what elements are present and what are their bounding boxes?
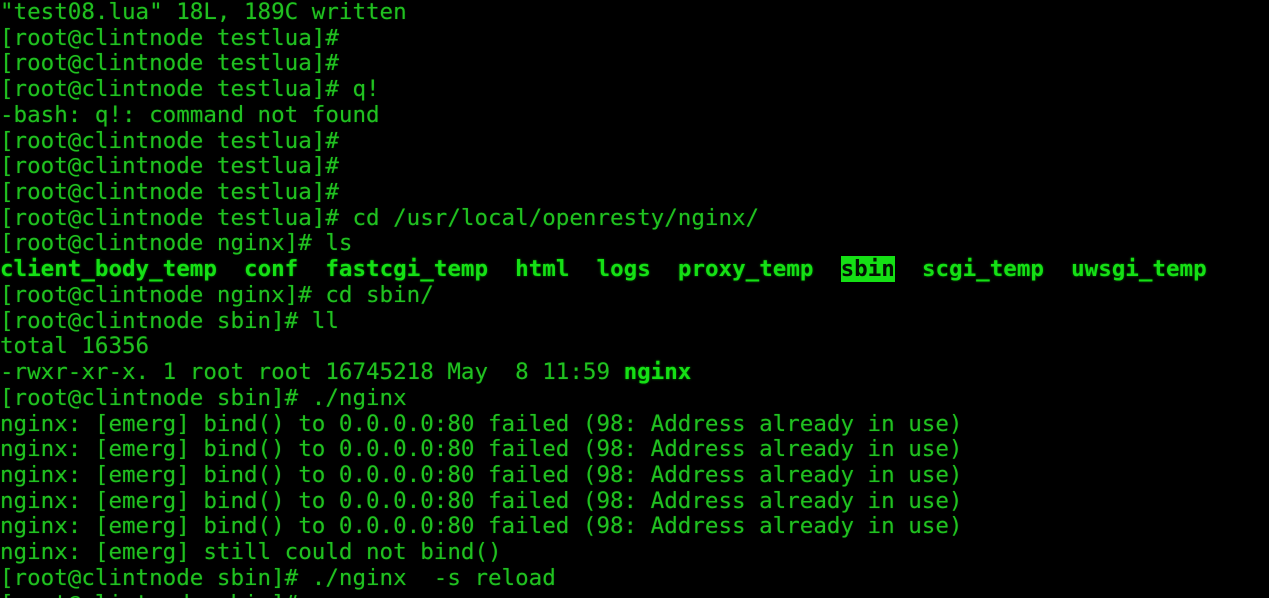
terminal-text: "test08.lua" 18L, 189C written <box>0 0 407 25</box>
highlighted-name: uwsgi_temp <box>1071 256 1207 283</box>
highlighted-name: html <box>515 256 570 283</box>
shell-prompt: [root@clintnode testlua]# <box>0 24 1269 52</box>
terminal-text: [root@clintnode nginx]# ls <box>0 230 353 257</box>
terminal-text: [root@clintnode nginx]# cd sbin/ <box>0 281 434 308</box>
terminal-window[interactable]: "test08.lua" 18L, 189C written [root@clin… <box>0 0 1269 598</box>
nginx-emerg-error: nginx: [emerg] bind() to 0.0.0.0:80 fail… <box>0 514 1269 540</box>
terminal-text: [root@clintnode testlua]# <box>0 179 353 206</box>
nginx-emerg-error: nginx: [emerg] bind() to 0.0.0.0:80 fail… <box>0 487 1269 515</box>
shell-prompt: [root@clintnode testlua]# <box>0 51 1269 77</box>
terminal-text: -rwxr-xr-x. 1 root root 16745218 May 8 1… <box>0 359 624 386</box>
ls-directory-listing: client_body_temp conf fastcgi_temp html … <box>0 256 1269 283</box>
shell-prompt-with-command: [root@clintnode testlua]# q! <box>0 76 1269 103</box>
terminal-text: nginx: [emerg] bind() to 0.0.0.0:80 fail… <box>0 436 963 463</box>
highlighted-name: fastcgi_temp <box>325 256 489 283</box>
shell-prompt: [root@clintnode sbin]# <box>0 591 1269 598</box>
terminal-text: [root@clintnode testlua]# <box>0 24 353 51</box>
ll-total-line: total 16356 <box>0 333 1269 360</box>
ll-file-entry: -rwxr-xr-x. 1 root root 16745218 May 8 1… <box>0 359 1269 386</box>
highlighted-name: client_body_temp <box>0 256 217 283</box>
terminal-text: total 16356 <box>0 333 150 360</box>
shell-prompt-with-command: [root@clintnode testlua]# cd /usr/local/… <box>0 204 1269 232</box>
highlighted-name: scgi_temp <box>921 256 1044 283</box>
shell-prompt-with-command: [root@clintnode nginx]# ls <box>0 231 1269 257</box>
bash-error-message: -bash: q!: command not found <box>0 101 1269 129</box>
terminal-text: nginx: [emerg] still could not bind() <box>0 539 502 566</box>
terminal-text: nginx: [emerg] bind() to 0.0.0.0:80 fail… <box>0 487 963 514</box>
shell-prompt-with-command: [root@clintnode sbin]# ./nginx -s reload <box>0 564 1269 592</box>
shell-prompt-with-command: [root@clintnode sbin]# ./nginx <box>0 384 1269 412</box>
terminal-text: [root@clintnode sbin]# ./nginx -s reload <box>0 564 556 591</box>
highlighted-name: proxy_temp <box>677 256 814 283</box>
selected-cell[interactable]: sbin <box>840 256 895 283</box>
terminal-text: nginx: [emerg] bind() to 0.0.0.0:80 fail… <box>0 513 963 540</box>
highlighted-name: logs <box>596 256 651 283</box>
shell-prompt: [root@clintnode testlua]# <box>0 153 1269 180</box>
terminal-text: [root@clintnode testlua]# <box>0 50 353 77</box>
vim-write-status: "test08.lua" 18L, 189C written <box>0 0 1269 26</box>
shell-prompt: [root@clintnode testlua]# <box>0 127 1269 155</box>
shell-prompt-with-command: [root@clintnode nginx]# cd sbin/ <box>0 281 1269 309</box>
terminal-text: [root@clintnode testlua]# cd /usr/local/… <box>0 204 760 231</box>
terminal-text: -bash: q!: command not found <box>0 101 380 128</box>
terminal-text: [root@clintnode sbin]# <box>0 591 312 598</box>
terminal-text: [root@clintnode testlua]# q! <box>0 76 380 103</box>
highlighted-name: nginx <box>623 359 692 386</box>
shell-prompt-with-command: [root@clintnode sbin]# ll <box>0 307 1269 335</box>
terminal-text: nginx: [emerg] bind() to 0.0.0.0:80 fail… <box>0 461 963 488</box>
terminal-screen-buffer[interactable]: "test08.lua" 18L, 189C written [root@clin… <box>0 0 1269 598</box>
terminal-text: [root@clintnode testlua]# <box>0 127 353 154</box>
terminal-text: [root@clintnode testlua]# <box>0 153 353 180</box>
shell-prompt: [root@clintnode testlua]# <box>0 179 1269 206</box>
nginx-emerg-error: nginx: [emerg] still could not bind() <box>0 539 1269 566</box>
nginx-emerg-error: nginx: [emerg] bind() to 0.0.0.0:80 fail… <box>0 461 1269 489</box>
nginx-emerg-error: nginx: [emerg] bind() to 0.0.0.0:80 fail… <box>0 436 1269 463</box>
terminal-text: [root@clintnode sbin]# ./nginx <box>0 384 407 411</box>
terminal-text: nginx: [emerg] bind() to 0.0.0.0:80 fail… <box>0 410 963 437</box>
terminal-text: [root@clintnode sbin]# ll <box>0 307 339 334</box>
highlighted-name: conf <box>244 256 299 283</box>
nginx-emerg-error: nginx: [emerg] bind() to 0.0.0.0:80 fail… <box>0 410 1269 438</box>
